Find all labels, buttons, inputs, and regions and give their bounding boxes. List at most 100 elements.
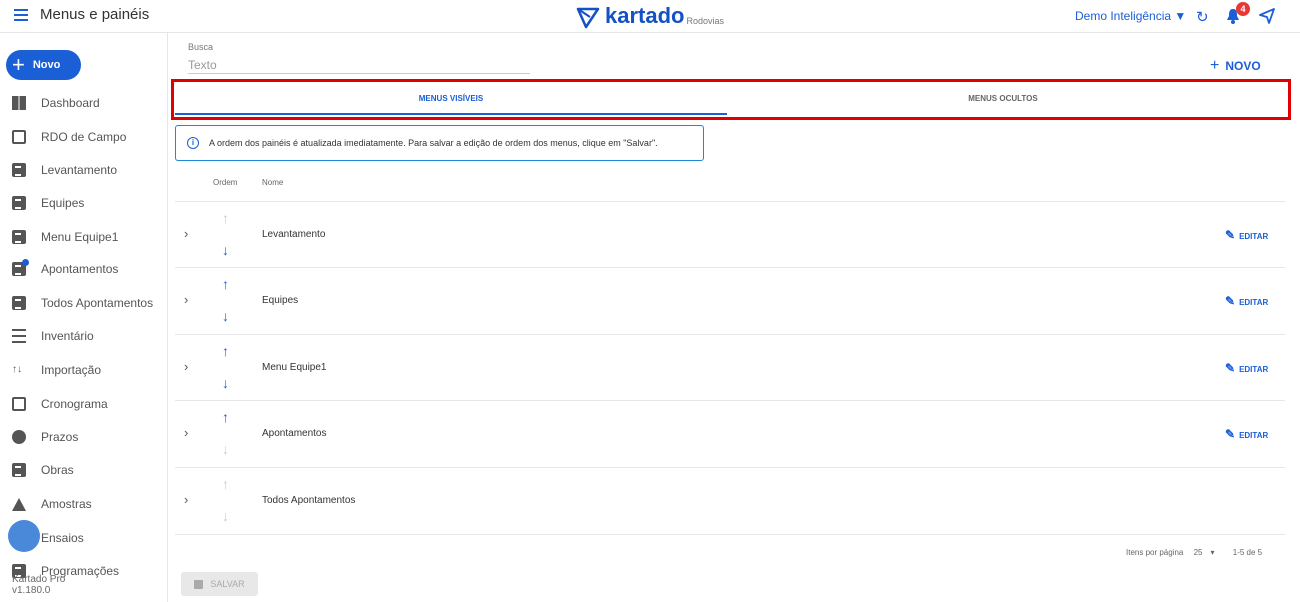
expand-icon[interactable]: › xyxy=(184,226,188,241)
per-page-select[interactable]: 25 ▾ xyxy=(1194,548,1223,557)
expand-icon[interactable]: › xyxy=(184,292,188,307)
search-input[interactable] xyxy=(188,56,530,74)
search-label: Busca xyxy=(188,42,214,52)
organization-selector[interactable]: Demo Inteligência ▼ xyxy=(1075,9,1186,23)
new-menu-label: NOVO xyxy=(1225,59,1261,73)
expand-icon[interactable]: › xyxy=(184,359,188,374)
sidebar-item-label: Levantamento xyxy=(41,163,118,177)
plus-icon: + xyxy=(1210,57,1220,74)
edit-label: EDITAR xyxy=(1239,298,1269,307)
save-icon xyxy=(194,579,204,589)
list-doc-icon xyxy=(12,196,26,210)
table-row: › ↑ ↓ Equipes ✎ EDITAR xyxy=(175,267,1285,334)
edit-button[interactable]: ✎ EDITAR xyxy=(1225,361,1268,375)
arrow-down-icon[interactable]: ↓ xyxy=(222,242,229,258)
sidebar-item-prazos[interactable]: Prazos xyxy=(0,425,168,449)
logo: kartado Rodovias xyxy=(576,3,724,29)
sidebar-item-label: Cronograma xyxy=(41,397,108,411)
sidebar-item-levantamento[interactable]: Levantamento xyxy=(0,158,168,182)
sidebar-item-label: Inventário xyxy=(41,329,94,343)
sidebar-item-menu-equipe1[interactable]: Menu Equipe1 xyxy=(0,225,168,249)
table-row: › ↑ ↓ Levantamento ✎ EDITAR xyxy=(175,201,1285,268)
page-title: Menus e painéis xyxy=(40,6,150,23)
import-icon: ↑↓ xyxy=(12,364,22,375)
new-menu-button[interactable]: + NOVO xyxy=(1210,57,1261,75)
row-name: Equipes xyxy=(262,295,299,306)
sidebar-item-label: Todos Apontamentos xyxy=(41,296,154,310)
sidebar-item-dashboard[interactable]: Dashboard xyxy=(0,91,168,115)
sidebar-item-label: Menu Equipe1 xyxy=(41,230,119,244)
plus-icon: + xyxy=(12,52,25,77)
arrow-down-icon[interactable]: ↓ xyxy=(222,308,229,324)
table-row: › ↑ ↓ Apontamentos ✎ EDITAR xyxy=(175,400,1285,467)
edit-label: EDITAR xyxy=(1239,431,1269,440)
expand-icon[interactable]: › xyxy=(184,425,188,440)
sidebar-item-inventario[interactable]: Inventário xyxy=(0,324,168,348)
notification-badge: 4 xyxy=(1236,2,1250,16)
sidebar-item-apontamentos[interactable]: Apontamentos xyxy=(0,257,168,281)
edit-button[interactable]: ✎ EDITAR xyxy=(1225,228,1268,242)
arrow-up-icon[interactable]: ↑ xyxy=(222,343,229,359)
edit-button[interactable]: ✎ EDITAR xyxy=(1225,294,1268,308)
edit-button[interactable]: ✎ EDITAR xyxy=(1225,427,1268,441)
row-name: Apontamentos xyxy=(262,428,327,439)
header-name: Nome xyxy=(262,178,284,187)
arrow-up-icon: ↑ xyxy=(222,210,229,226)
header-order: Ordem xyxy=(213,178,238,187)
calendar-icon xyxy=(12,397,26,411)
edit-label: EDITAR xyxy=(1239,232,1269,241)
caret-down-icon: ▾ xyxy=(1210,548,1215,557)
pencil-icon: ✎ xyxy=(1225,294,1236,308)
menu-icon[interactable] xyxy=(14,9,28,21)
sidebar-item-rdo[interactable]: RDO de Campo xyxy=(0,125,168,149)
sidebar-item-equipes[interactable]: Equipes xyxy=(0,191,168,215)
brand-subtitle: Rodovias xyxy=(686,16,725,26)
refresh-icon[interactable]: ↻ xyxy=(1196,8,1209,26)
row-name: Levantamento xyxy=(262,229,326,240)
new-button-label: Novo xyxy=(32,59,61,71)
expand-icon[interactable]: › xyxy=(184,492,188,507)
sidebar-item-label: Ensaios xyxy=(41,531,84,545)
tab-highlight-box xyxy=(171,79,1291,120)
pagination: Itens por página 25 ▾ 1-5 de 5 xyxy=(1126,548,1270,557)
list-doc-icon xyxy=(12,296,26,310)
page-range: 1-5 de 5 xyxy=(1232,548,1263,557)
send-icon[interactable] xyxy=(1259,8,1275,24)
brand-name: kartado xyxy=(605,3,685,28)
sidebar-item-amostras[interactable]: Amostras xyxy=(0,492,168,516)
table-row: › ↑ ↓ Menu Equipe1 ✎ EDITAR xyxy=(175,334,1285,401)
pencil-icon: ✎ xyxy=(1225,427,1236,441)
arrow-down-icon[interactable]: ↓ xyxy=(222,375,229,391)
sidebar-item-cronograma[interactable]: Cronograma xyxy=(0,392,168,416)
chat-widget-button[interactable] xyxy=(8,520,40,552)
dashboard-icon xyxy=(12,96,26,110)
arrow-up-icon: ↑ xyxy=(222,476,229,492)
row-name: Todos Apontamentos xyxy=(262,495,356,506)
sidebar-item-label: Obras xyxy=(41,463,74,477)
per-page-value: 25 xyxy=(1193,548,1203,557)
kartado-logo-icon xyxy=(576,7,600,29)
sidebar-item-label: Equipes xyxy=(41,196,85,210)
sidebar-item-label: Amostras xyxy=(41,497,92,511)
arrow-up-icon[interactable]: ↑ xyxy=(222,409,229,425)
sidebar-item-todos-apontamentos[interactable]: Todos Apontamentos xyxy=(0,291,168,315)
row-name: Menu Equipe1 xyxy=(262,362,327,373)
sidebar-item-label: RDO de Campo xyxy=(41,130,127,144)
sidebar-item-obras[interactable]: Obras xyxy=(0,458,168,482)
sidebar-item-importacao[interactable]: ↑↓ Importação xyxy=(0,358,168,382)
flask-icon xyxy=(12,497,26,511)
clipboard-icon xyxy=(12,130,26,144)
arrow-down-icon: ↓ xyxy=(222,441,229,457)
sidebar-item-label: Prazos xyxy=(41,430,79,444)
edit-label: EDITAR xyxy=(1239,365,1269,374)
sidebar: + Novo Dashboard RDO de Campo Levantament… xyxy=(0,33,168,602)
per-page-label: Itens por página xyxy=(1126,548,1184,557)
arrow-up-icon[interactable]: ↑ xyxy=(222,276,229,292)
pencil-icon: ✎ xyxy=(1225,361,1236,375)
info-alert: i A ordem dos painéis é atualizada imedia… xyxy=(175,125,704,161)
clipboard-icon xyxy=(12,463,26,477)
new-button[interactable]: + Novo xyxy=(6,50,81,80)
info-text: A ordem dos painéis é atualizada imediat… xyxy=(209,138,658,148)
save-button[interactable]: SALVAR xyxy=(181,572,258,596)
sidebar-item-label: Importação xyxy=(41,363,102,377)
